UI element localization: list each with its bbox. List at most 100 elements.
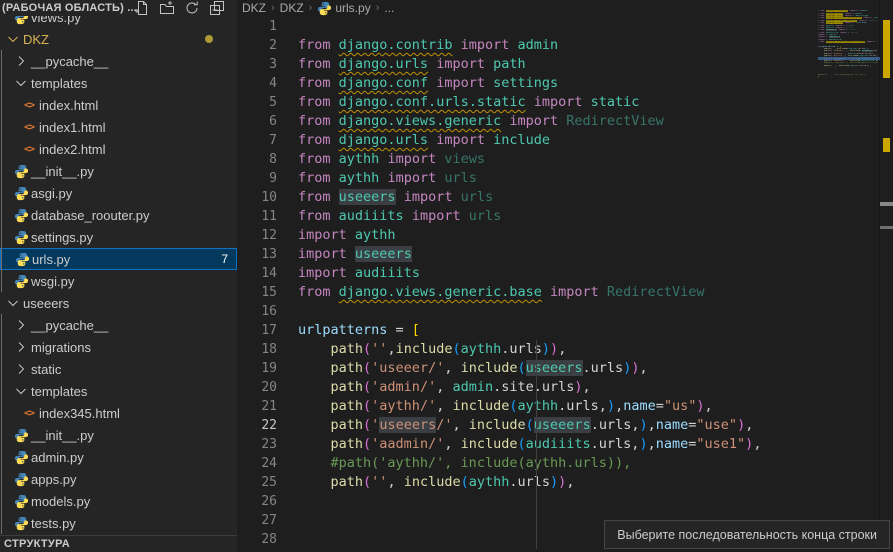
tree-item-urls-py[interactable]: urls.py7 [0, 248, 237, 270]
breadcrumb-item[interactable]: DKZ [242, 1, 266, 15]
tree-item-index1-html[interactable]: <>index1.html [0, 116, 237, 138]
overview-ruler-mark [880, 226, 893, 229]
line-number[interactable]: 14 [237, 264, 277, 283]
new-folder-icon[interactable] [159, 0, 175, 16]
line-number[interactable]: 16 [237, 302, 277, 321]
code-line-24[interactable]: 24 #path('aythh/', include(aythh.urls)), [237, 454, 631, 473]
tree-item-index345-html[interactable]: <>index345.html [0, 402, 237, 424]
line-number[interactable]: 7 [237, 131, 277, 150]
tree-item-tests-py[interactable]: tests.py [0, 512, 237, 534]
minimap[interactable]: from django.contrib import adminfrom dja… [818, 8, 878, 188]
code-line-11[interactable]: 11from audiiits import urls [237, 207, 501, 226]
tree-item-admin-py[interactable]: admin.py [0, 446, 237, 468]
line-number[interactable]: 17 [237, 321, 277, 340]
tree-item-templates[interactable]: templates [0, 72, 237, 94]
code-line-6[interactable]: 6from django.views.generic import Redire… [237, 112, 664, 131]
line-number[interactable]: 25 [237, 473, 277, 492]
code-line-20[interactable]: 20 path('admin/', admin.site.urls), [237, 378, 591, 397]
chevron-down-icon[interactable] [13, 75, 29, 91]
code-line-8[interactable]: 8from aythh import views [237, 150, 485, 169]
code-line-14[interactable]: 14import audiiits [237, 264, 420, 283]
line-number[interactable]: 6 [237, 112, 277, 131]
breadcrumb-item[interactable]: urls.py [317, 1, 370, 16]
tree-item-useeers[interactable]: useeers [0, 292, 237, 314]
code-line-22[interactable]: 22 path('useeers/', include(useeers.urls… [237, 416, 753, 435]
overview-ruler[interactable] [880, 0, 893, 552]
tree-item--init-py[interactable]: __init__.py [0, 424, 237, 446]
line-number[interactable]: 11 [237, 207, 277, 226]
tree-item--init-py[interactable]: __init__.py [0, 160, 237, 182]
line-number[interactable]: 23 [237, 435, 277, 454]
code-line-27[interactable]: 27 [237, 511, 298, 530]
chevron-right-icon[interactable] [13, 53, 29, 69]
code-line-28[interactable]: 28 [237, 530, 298, 549]
tree-item-asgi-py[interactable]: asgi.py [0, 182, 237, 204]
code-line-19[interactable]: 19 path('useeer/', include(useeers.urls)… [237, 359, 648, 378]
tree-item-migrations[interactable]: migrations [0, 336, 237, 358]
line-number[interactable]: 20 [237, 378, 277, 397]
line-number[interactable]: 27 [237, 511, 277, 530]
code-line-7[interactable]: 7from django.urls import include [237, 131, 550, 150]
code-line-25[interactable]: 25 path('', include(aythh.urls)), [237, 473, 574, 492]
line-number[interactable]: 15 [237, 283, 277, 302]
chevron-down-icon[interactable] [13, 383, 29, 399]
code-line-23[interactable]: 23 path('aadmin/', include(audiiits.urls… [237, 435, 761, 454]
tree-item-models-py[interactable]: models.py [0, 490, 237, 512]
tree-item--pycache-[interactable]: __pycache__ [0, 50, 237, 72]
line-number[interactable]: 28 [237, 530, 277, 549]
line-number[interactable]: 12 [237, 226, 277, 245]
line-number[interactable]: 21 [237, 397, 277, 416]
tree-item-dkz[interactable]: DKZ [0, 28, 237, 50]
line-number[interactable]: 8 [237, 150, 277, 169]
explorer-section-header[interactable]: (РАБОЧАЯ ОБЛАСТЬ) ... [0, 0, 237, 16]
chevron-right-icon[interactable] [13, 339, 29, 355]
line-number[interactable]: 22 [237, 416, 277, 435]
tree-item-wsgi-py[interactable]: wsgi.py [0, 270, 237, 292]
code-line-26[interactable]: 26 [237, 492, 298, 511]
code-line-9[interactable]: 9from aythh import urls [237, 169, 477, 188]
chevron-right-icon[interactable] [13, 317, 29, 333]
tree-item-templates[interactable]: templates [0, 380, 237, 402]
tree-item-index2-html[interactable]: <>index2.html [0, 138, 237, 160]
line-number[interactable]: 26 [237, 492, 277, 511]
code-line-12[interactable]: 12import aythh [237, 226, 396, 245]
code-line-18[interactable]: 18 path('',include(aythh.urls)), [237, 340, 566, 359]
new-file-icon[interactable] [134, 0, 150, 16]
line-number[interactable]: 19 [237, 359, 277, 378]
code-line-5[interactable]: 5from django.conf.urls.static import sta… [237, 93, 639, 112]
collapse-all-icon[interactable] [209, 0, 225, 16]
code-line-3[interactable]: 3from django.urls import path [237, 55, 526, 74]
refresh-icon[interactable] [184, 0, 200, 16]
code-line-1[interactable]: 1 [237, 17, 298, 36]
code-line-16[interactable]: 16 [237, 302, 298, 321]
chevron-right-icon[interactable] [13, 361, 29, 377]
code-line-15[interactable]: 15from django.views.generic.base import … [237, 283, 704, 302]
code-line-21[interactable]: 21 path('aythh/', include(aythh.urls,),n… [237, 397, 713, 416]
tree-item-index-html[interactable]: <>index.html [0, 94, 237, 116]
chevron-down-icon[interactable] [5, 31, 21, 47]
line-number[interactable]: 18 [237, 340, 277, 359]
outline-section-header[interactable]: СТРУКТУРА [0, 535, 237, 552]
tree-item-database-roouter-py[interactable]: database_roouter.py [0, 204, 237, 226]
line-number[interactable]: 1 [237, 17, 277, 36]
line-number[interactable]: 9 [237, 169, 277, 188]
code-line-4[interactable]: 4from django.conf import settings [237, 74, 558, 93]
line-number[interactable]: 13 [237, 245, 277, 264]
line-number[interactable]: 24 [237, 454, 277, 473]
tree-item-apps-py[interactable]: apps.py [0, 468, 237, 490]
tree-item--pycache-[interactable]: __pycache__ [0, 314, 237, 336]
breadcrumb-item[interactable]: ... [384, 1, 394, 15]
code-line-17[interactable]: 17urlpatterns = [ [237, 321, 420, 340]
line-number[interactable]: 10 [237, 188, 277, 207]
line-number[interactable]: 3 [237, 55, 277, 74]
code-line-2[interactable]: 2from django.contrib import admin [237, 36, 558, 55]
line-number[interactable]: 4 [237, 74, 277, 93]
breadcrumb-item[interactable]: DKZ [280, 1, 304, 15]
code-line-10[interactable]: 10from useeers import urls [237, 188, 493, 207]
tree-item-static[interactable]: static [0, 358, 237, 380]
line-number[interactable]: 5 [237, 93, 277, 112]
line-number[interactable]: 2 [237, 36, 277, 55]
chevron-down-icon[interactable] [5, 295, 21, 311]
code-line-13[interactable]: 13import useeers [237, 245, 412, 264]
tree-item-settings-py[interactable]: settings.py [0, 226, 237, 248]
